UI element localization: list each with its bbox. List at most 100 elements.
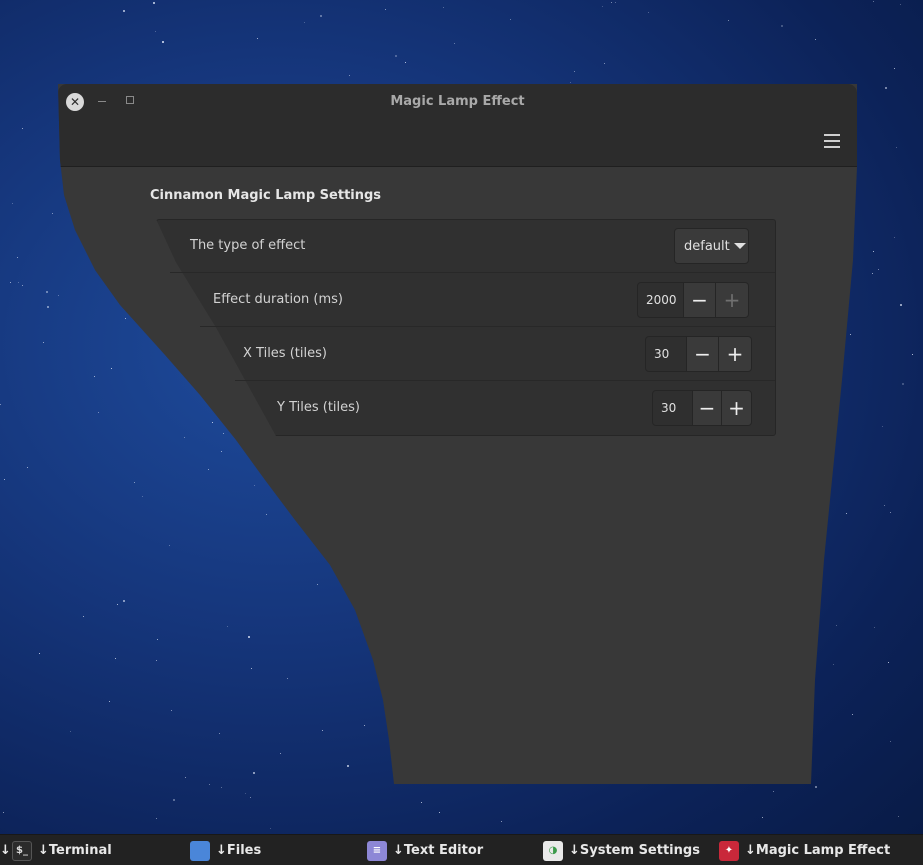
star: [173, 799, 175, 801]
chevron-down-icon: [733, 243, 746, 249]
star: [251, 668, 252, 669]
effect-duration-label: Effect duration (ms): [213, 292, 343, 307]
star: [0, 404, 1, 405]
effect-duration-value[interactable]: 2000: [638, 283, 684, 317]
star: [762, 817, 763, 818]
effect-type-value: default: [684, 238, 730, 254]
star: [781, 25, 783, 27]
star: [156, 660, 157, 661]
star: [153, 2, 155, 4]
star: [317, 584, 318, 585]
star: [123, 10, 125, 12]
star: [885, 87, 887, 89]
star: [155, 31, 156, 32]
increment-button[interactable]: +: [719, 337, 751, 371]
decrement-button[interactable]: −: [684, 283, 716, 317]
star: [347, 765, 349, 767]
x-tiles-value[interactable]: 30: [646, 337, 687, 371]
increment-button[interactable]: +: [722, 391, 751, 425]
taskbar-item-text-editor[interactable]: ≡ ↓Text Editor: [367, 835, 483, 865]
star: [405, 62, 406, 63]
taskbar-item-label: ↓Terminal: [38, 843, 112, 858]
effect-duration-spinner[interactable]: 2000 − +: [637, 282, 749, 318]
star: [304, 22, 305, 23]
star: [27, 467, 28, 468]
folder-icon: [190, 840, 210, 861]
star: [219, 733, 220, 734]
star: [815, 39, 816, 40]
taskbar-item-magic-lamp[interactable]: ✦ ↓Magic Lamp Effect: [719, 835, 890, 865]
star: [134, 482, 135, 483]
star: [852, 714, 853, 715]
star: [17, 257, 18, 258]
star: [18, 282, 19, 283]
y-tiles-spinner[interactable]: 30 − +: [652, 390, 752, 426]
star: [890, 741, 891, 742]
star: [123, 600, 125, 602]
y-tiles-value[interactable]: 30: [653, 391, 693, 425]
taskbar-item-files[interactable]: ↓Files: [190, 835, 261, 865]
star: [439, 812, 440, 813]
star: [245, 793, 246, 794]
star: [125, 318, 126, 319]
star: [900, 4, 901, 5]
star: [602, 6, 603, 7]
taskbar-item-label: ↓Magic Lamp Effect: [745, 843, 891, 858]
star: [902, 383, 904, 385]
star: [443, 7, 444, 8]
star: [873, 251, 874, 252]
star: [890, 512, 891, 513]
star: [98, 412, 99, 413]
star: [185, 777, 186, 778]
star: [611, 2, 612, 3]
star: [171, 710, 172, 711]
star: [322, 730, 323, 731]
star: [39, 653, 40, 654]
window-headerbar: ✕ Magic Lamp Effect: [58, 84, 857, 167]
star: [570, 82, 571, 83]
star: [221, 451, 222, 452]
decrement-button[interactable]: −: [693, 391, 722, 425]
star: [898, 816, 899, 817]
star: [364, 725, 365, 726]
star: [501, 821, 502, 822]
star: [349, 75, 350, 76]
star: [208, 469, 209, 470]
star: [836, 625, 837, 626]
star: [648, 12, 649, 13]
star: [47, 306, 49, 308]
star: [884, 505, 885, 506]
star: [109, 701, 110, 702]
star: [874, 627, 875, 628]
star: [184, 437, 185, 438]
star: [248, 636, 250, 638]
star: [833, 664, 834, 665]
star: [10, 282, 11, 283]
taskbar-item-system-settings[interactable]: ◑ ↓System Settings: [543, 835, 700, 865]
taskbar: ↓ $_ ↓Terminal ↓Files ≡ ↓Text Editor ◑ ↓…: [0, 834, 923, 865]
effect-type-dropdown[interactable]: default: [674, 228, 749, 264]
star: [257, 38, 258, 39]
star: [254, 485, 255, 486]
taskbar-item-label: ↓Text Editor: [393, 843, 484, 858]
text-editor-icon: ≡: [367, 840, 387, 861]
star: [850, 334, 851, 335]
star: [510, 19, 511, 20]
star: [223, 433, 224, 434]
star: [209, 784, 210, 785]
star: [162, 41, 164, 43]
taskbar-item-terminal[interactable]: $_ ↓Terminal: [12, 835, 112, 865]
star: [878, 269, 879, 270]
star: [12, 203, 13, 204]
increment-button[interactable]: +: [716, 283, 748, 317]
taskbar-item-label: ↓Files: [216, 843, 262, 858]
decrement-button[interactable]: −: [687, 337, 719, 371]
star: [52, 213, 53, 214]
star: [615, 2, 616, 3]
x-tiles-spinner[interactable]: 30 − +: [645, 336, 752, 372]
hamburger-menu-icon[interactable]: [824, 134, 840, 148]
star: [4, 479, 5, 480]
taskbar-left-arrow[interactable]: ↓: [0, 835, 11, 865]
star: [421, 802, 422, 803]
star: [574, 71, 575, 72]
